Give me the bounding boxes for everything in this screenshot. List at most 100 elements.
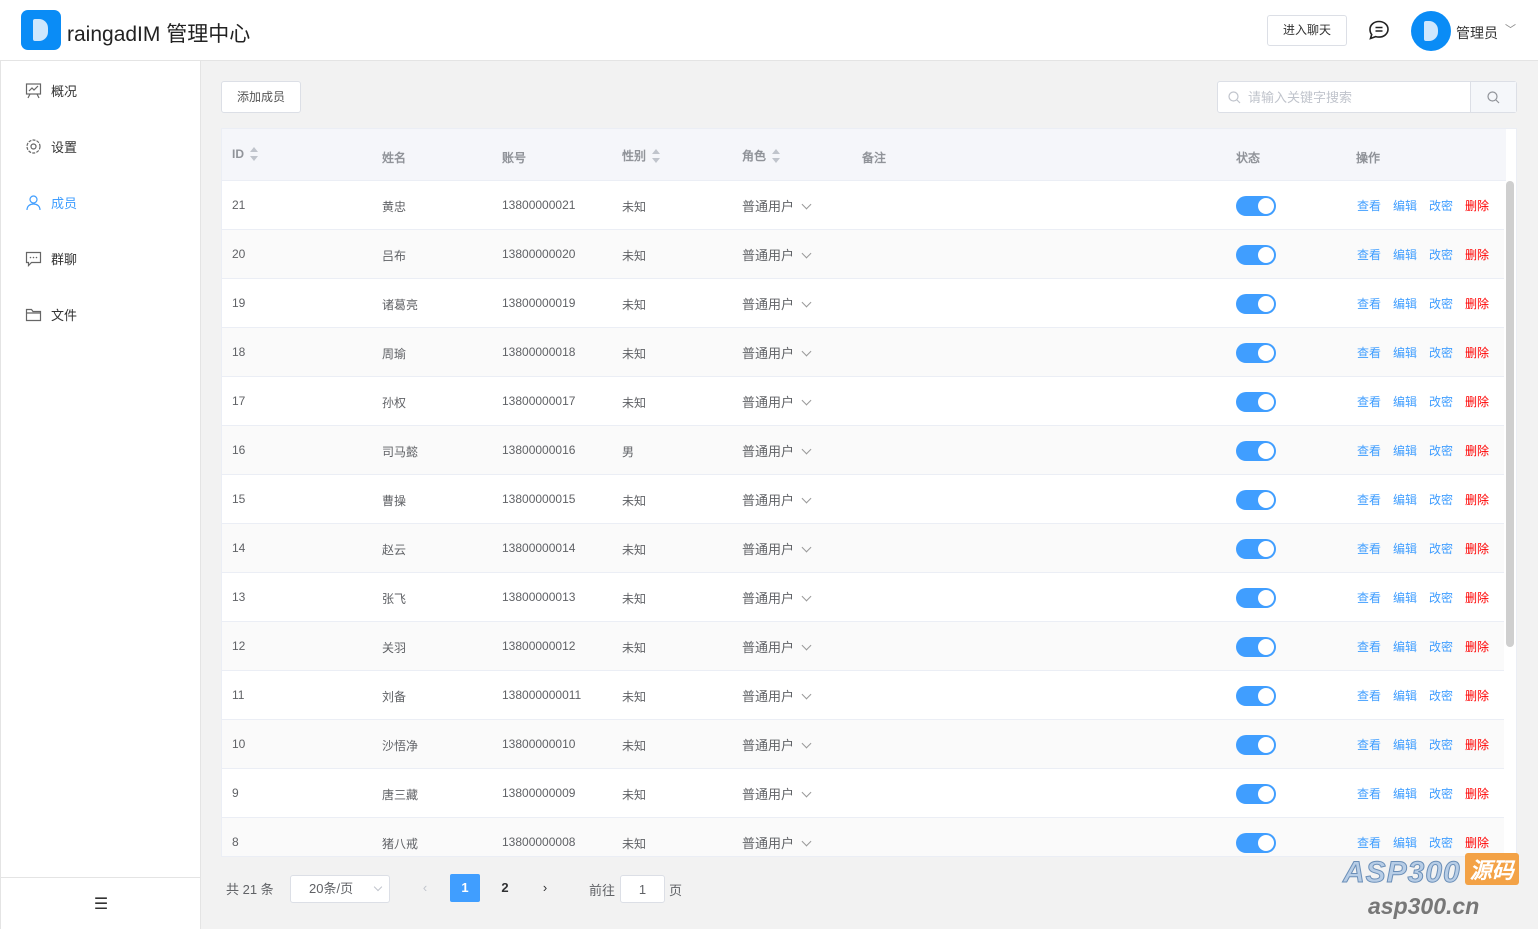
delete-link[interactable]: 删除 bbox=[1465, 687, 1489, 704]
delete-link[interactable]: 删除 bbox=[1465, 736, 1489, 753]
menu-collapse-icon[interactable]: ☰ bbox=[1, 877, 201, 929]
sort-icon[interactable] bbox=[772, 148, 781, 163]
role-select[interactable]: 普通用户 bbox=[742, 245, 812, 264]
edit-link[interactable]: 编辑 bbox=[1393, 491, 1417, 508]
sidebar-item-overview[interactable]: 概况 bbox=[1, 70, 201, 110]
role-select[interactable]: 普通用户 bbox=[742, 539, 812, 558]
role-select[interactable]: 普通用户 bbox=[742, 392, 812, 411]
edit-link[interactable]: 编辑 bbox=[1393, 295, 1417, 312]
status-toggle[interactable] bbox=[1236, 490, 1276, 510]
column-header-gender[interactable]: 性别 bbox=[622, 147, 661, 164]
status-toggle[interactable] bbox=[1236, 833, 1276, 853]
change-password-link[interactable]: 改密 bbox=[1429, 491, 1453, 508]
delete-link[interactable]: 删除 bbox=[1465, 393, 1489, 410]
message-icon[interactable] bbox=[1368, 20, 1390, 40]
admin-name[interactable]: 管理员 bbox=[1456, 23, 1498, 43]
role-select[interactable]: 普通用户 bbox=[742, 784, 812, 803]
status-toggle[interactable] bbox=[1236, 686, 1276, 706]
view-link[interactable]: 查看 bbox=[1357, 540, 1381, 557]
view-link[interactable]: 查看 bbox=[1357, 491, 1381, 508]
view-link[interactable]: 查看 bbox=[1357, 736, 1381, 753]
status-toggle[interactable] bbox=[1236, 637, 1276, 657]
role-select[interactable]: 普通用户 bbox=[742, 588, 812, 607]
sidebar-item-files[interactable]: 文件 bbox=[1, 294, 201, 334]
sort-icon[interactable] bbox=[250, 147, 259, 161]
role-select[interactable]: 普通用户 bbox=[742, 343, 812, 362]
delete-link[interactable]: 删除 bbox=[1465, 638, 1489, 655]
change-password-link[interactable]: 改密 bbox=[1429, 687, 1453, 704]
status-toggle[interactable] bbox=[1236, 784, 1276, 804]
role-select[interactable]: 普通用户 bbox=[742, 833, 812, 852]
delete-link[interactable]: 删除 bbox=[1465, 540, 1489, 557]
delete-link[interactable]: 删除 bbox=[1465, 834, 1489, 851]
sidebar-item-settings[interactable]: 设置 bbox=[1, 126, 201, 166]
view-link[interactable]: 查看 bbox=[1357, 834, 1381, 851]
change-password-link[interactable]: 改密 bbox=[1429, 344, 1453, 361]
change-password-link[interactable]: 改密 bbox=[1429, 246, 1453, 263]
change-password-link[interactable]: 改密 bbox=[1429, 589, 1453, 606]
sidebar-item-members[interactable]: 成员 bbox=[1, 182, 201, 222]
change-password-link[interactable]: 改密 bbox=[1429, 638, 1453, 655]
avatar[interactable] bbox=[1411, 11, 1451, 51]
delete-link[interactable]: 删除 bbox=[1465, 246, 1489, 263]
role-select[interactable]: 普通用户 bbox=[742, 294, 812, 313]
status-toggle[interactable] bbox=[1236, 735, 1276, 755]
search-input[interactable] bbox=[1248, 82, 1468, 112]
role-select[interactable]: 普通用户 bbox=[742, 686, 812, 705]
sidebar-item-groups[interactable]: 群聊 bbox=[1, 238, 201, 278]
page-button-1[interactable]: 1 bbox=[450, 874, 480, 902]
change-password-link[interactable]: 改密 bbox=[1429, 442, 1453, 459]
view-link[interactable]: 查看 bbox=[1357, 393, 1381, 410]
view-link[interactable]: 查看 bbox=[1357, 687, 1381, 704]
status-toggle[interactable] bbox=[1236, 539, 1276, 559]
view-link[interactable]: 查看 bbox=[1357, 295, 1381, 312]
view-link[interactable]: 查看 bbox=[1357, 785, 1381, 802]
next-page-button[interactable]: › bbox=[530, 874, 560, 902]
column-header-role[interactable]: 角色 bbox=[742, 147, 781, 164]
delete-link[interactable]: 删除 bbox=[1465, 589, 1489, 606]
add-member-button[interactable]: 添加成员 bbox=[221, 81, 301, 113]
page-button-2[interactable]: 2 bbox=[490, 874, 520, 902]
status-toggle[interactable] bbox=[1236, 245, 1276, 265]
edit-link[interactable]: 编辑 bbox=[1393, 246, 1417, 263]
prev-page-button[interactable]: ‹ bbox=[410, 874, 440, 902]
delete-link[interactable]: 删除 bbox=[1465, 197, 1489, 214]
view-link[interactable]: 查看 bbox=[1357, 638, 1381, 655]
edit-link[interactable]: 编辑 bbox=[1393, 687, 1417, 704]
page-size-select[interactable]: 20条/页 bbox=[290, 875, 390, 903]
change-password-link[interactable]: 改密 bbox=[1429, 295, 1453, 312]
column-header-id[interactable]: ID bbox=[232, 147, 259, 161]
change-password-link[interactable]: 改密 bbox=[1429, 393, 1453, 410]
status-toggle[interactable] bbox=[1236, 343, 1276, 363]
role-select[interactable]: 普通用户 bbox=[742, 441, 812, 460]
edit-link[interactable]: 编辑 bbox=[1393, 589, 1417, 606]
status-toggle[interactable] bbox=[1236, 588, 1276, 608]
status-toggle[interactable] bbox=[1236, 441, 1276, 461]
delete-link[interactable]: 删除 bbox=[1465, 344, 1489, 361]
edit-link[interactable]: 编辑 bbox=[1393, 540, 1417, 557]
edit-link[interactable]: 编辑 bbox=[1393, 197, 1417, 214]
change-password-link[interactable]: 改密 bbox=[1429, 785, 1453, 802]
status-toggle[interactable] bbox=[1236, 294, 1276, 314]
role-select[interactable]: 普通用户 bbox=[742, 735, 812, 754]
edit-link[interactable]: 编辑 bbox=[1393, 442, 1417, 459]
change-password-link[interactable]: 改密 bbox=[1429, 197, 1453, 214]
view-link[interactable]: 查看 bbox=[1357, 344, 1381, 361]
sort-icon[interactable] bbox=[652, 148, 661, 163]
view-link[interactable]: 查看 bbox=[1357, 442, 1381, 459]
edit-link[interactable]: 编辑 bbox=[1393, 736, 1417, 753]
delete-link[interactable]: 删除 bbox=[1465, 442, 1489, 459]
table-scrollbar[interactable] bbox=[1504, 181, 1516, 856]
delete-link[interactable]: 删除 bbox=[1465, 785, 1489, 802]
edit-link[interactable]: 编辑 bbox=[1393, 638, 1417, 655]
change-password-link[interactable]: 改密 bbox=[1429, 834, 1453, 851]
status-toggle[interactable] bbox=[1236, 196, 1276, 216]
change-password-link[interactable]: 改密 bbox=[1429, 736, 1453, 753]
view-link[interactable]: 查看 bbox=[1357, 246, 1381, 263]
delete-link[interactable]: 删除 bbox=[1465, 491, 1489, 508]
chevron-down-icon[interactable]: ﹀ bbox=[1505, 21, 1516, 37]
edit-link[interactable]: 编辑 bbox=[1393, 834, 1417, 851]
edit-link[interactable]: 编辑 bbox=[1393, 344, 1417, 361]
change-password-link[interactable]: 改密 bbox=[1429, 540, 1453, 557]
status-toggle[interactable] bbox=[1236, 392, 1276, 412]
